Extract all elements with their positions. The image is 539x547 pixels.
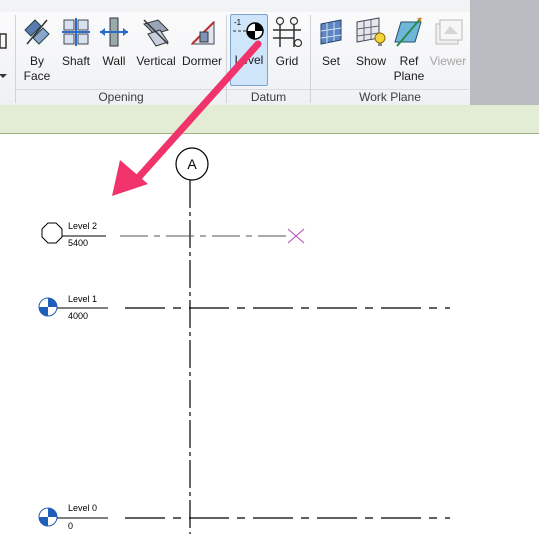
viewer-label: Viewer — [429, 54, 467, 68]
viewer-button: Viewer — [428, 16, 468, 96]
vertical-opening-icon — [143, 19, 169, 47]
level-0-marker — [38, 507, 58, 527]
level-2-end-cross — [287, 228, 305, 244]
viewer-icon — [435, 19, 463, 45]
level-2-name[interactable]: Level 2 — [68, 221, 97, 231]
ribbon-empty-area — [470, 12, 539, 105]
level-1-name[interactable]: Level 1 — [68, 294, 97, 304]
shaft-label: Shaft — [61, 54, 91, 68]
panel-label-opening[interactable]: Opening — [16, 89, 226, 106]
vertical-label: Vertical — [136, 54, 176, 68]
panel-label-work-plane[interactable]: Work Plane — [311, 89, 469, 106]
set-label: Set — [321, 54, 340, 68]
by-face-button[interactable]: By Face — [20, 16, 54, 96]
title-strip — [0, 0, 539, 13]
wall-opening-icon — [100, 17, 128, 47]
dormer-icon — [190, 20, 215, 45]
ribbon-cut-control[interactable] — [0, 22, 10, 82]
by-face-icon — [24, 19, 50, 45]
level-icon: -1 — [233, 18, 264, 40]
level-2-marker — [41, 222, 63, 244]
level-button[interactable]: -1 Level — [230, 14, 268, 86]
wall-opening-button[interactable]: Wall — [98, 16, 130, 96]
level-2-elevation[interactable]: 5400 — [68, 238, 88, 248]
ref-plane-label: Ref Plane — [393, 54, 425, 83]
level-0-name[interactable]: Level 0 — [68, 503, 97, 513]
grid-bubble-label: A — [187, 156, 197, 172]
level-1-marker — [38, 297, 58, 317]
level-label: Level — [234, 53, 264, 67]
ref-plane-button[interactable]: Ref Plane — [392, 16, 426, 96]
show-work-plane-button[interactable]: Show — [352, 16, 390, 96]
level-0-elevation[interactable]: 0 — [68, 521, 73, 531]
wall-label: Wall — [102, 54, 126, 68]
grid-label: Grid — [275, 54, 299, 68]
level-icon-text: -1 — [234, 18, 242, 27]
ref-plane-icon — [394, 17, 422, 47]
dormer-button[interactable]: Dormer — [180, 16, 224, 96]
show-work-plane-icon — [356, 17, 386, 46]
shaft-button[interactable]: Shaft — [58, 16, 94, 96]
grid-icon — [273, 16, 303, 48]
vertical-opening-button[interactable]: Vertical — [134, 16, 178, 96]
grid-button[interactable]: Grid — [270, 16, 304, 96]
options-bar — [0, 105, 539, 134]
show-label: Show — [355, 54, 387, 68]
dormer-label: Dormer — [181, 54, 222, 68]
by-face-label: By Face — [23, 54, 51, 83]
panel-label-datum[interactable]: Datum — [227, 89, 310, 106]
level-1-elevation[interactable]: 4000 — [68, 311, 88, 321]
shaft-icon — [62, 18, 90, 46]
set-work-plane-button[interactable]: Set — [314, 16, 348, 96]
set-work-plane-icon — [320, 19, 342, 45]
drawing-canvas[interactable]: A Level 2 5400 Level 1 4000 Level 0 0 — [0, 134, 539, 547]
